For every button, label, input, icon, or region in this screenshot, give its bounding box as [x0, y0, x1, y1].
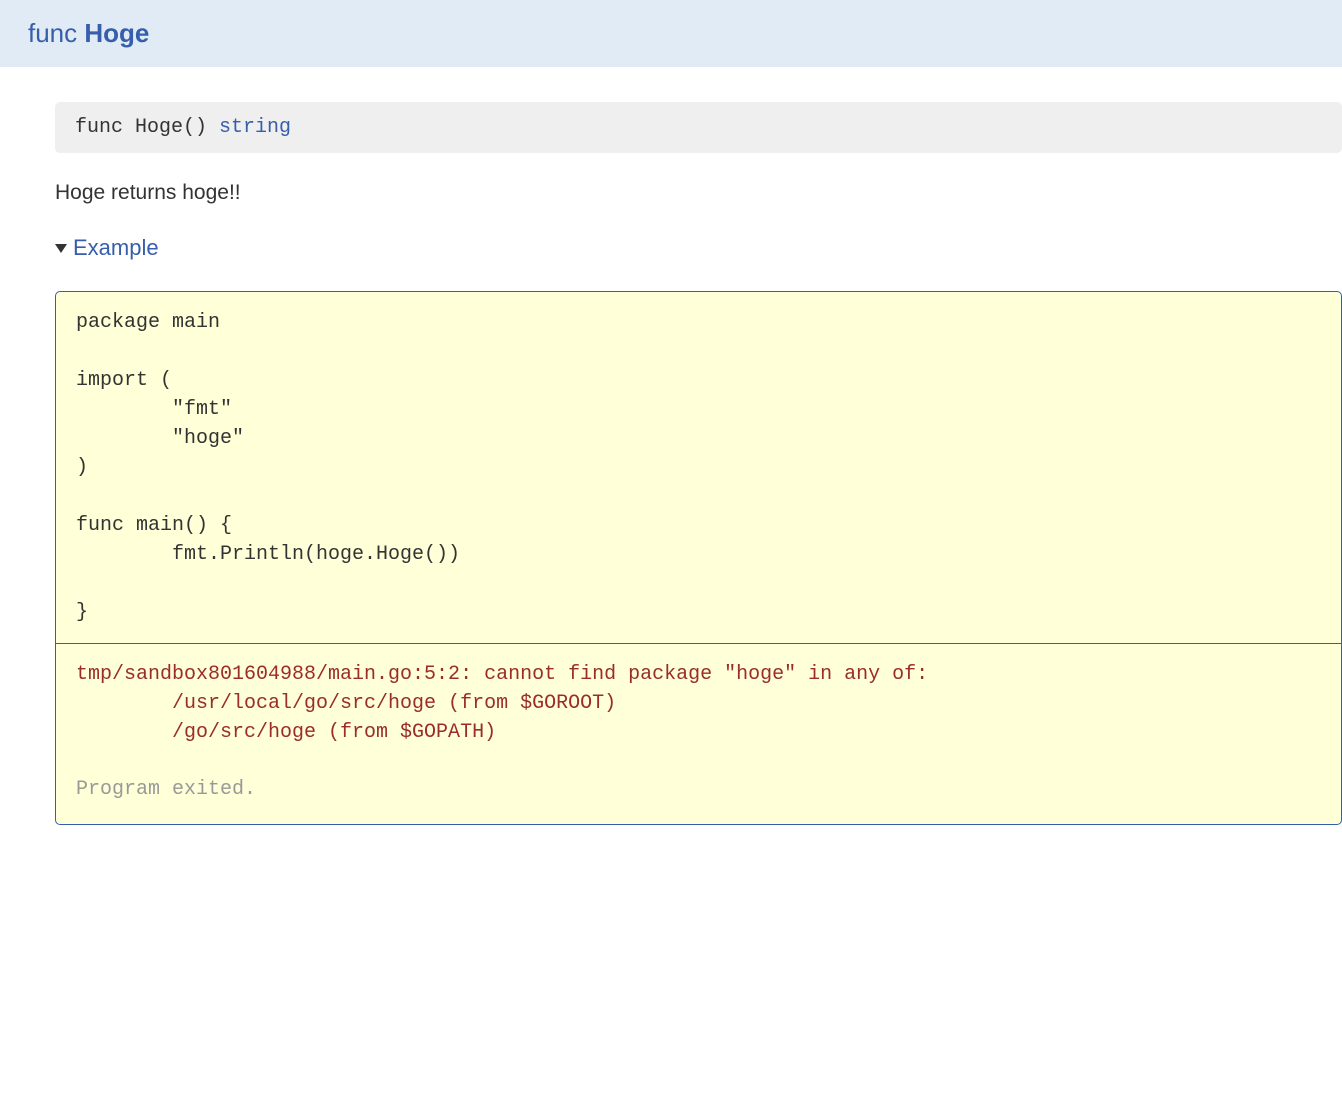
func-keyword: func — [28, 18, 77, 48]
caret-down-icon — [55, 244, 67, 253]
function-signature: func Hoge() string — [55, 102, 1342, 153]
signature-prefix: func Hoge() — [75, 116, 219, 139]
example-output: tmp/sandbox801604988/main.go:5:2: cannot… — [56, 644, 1341, 824]
example-toggle[interactable]: Example — [55, 235, 1342, 261]
example-box: package main import ( "fmt" "hoge" ) fun… — [55, 291, 1342, 825]
output-status: Program exited. — [76, 775, 1321, 804]
func-name: Hoge — [84, 18, 149, 48]
function-header: func Hoge — [0, 0, 1342, 67]
example-label: Example — [73, 235, 159, 261]
signature-return-type[interactable]: string — [219, 116, 291, 139]
function-title: func Hoge — [28, 18, 149, 48]
example-code[interactable]: package main import ( "fmt" "hoge" ) fun… — [56, 292, 1341, 644]
output-error: tmp/sandbox801604988/main.go:5:2: cannot… — [76, 660, 1321, 747]
function-description: Hoge returns hoge!! — [55, 181, 1342, 205]
